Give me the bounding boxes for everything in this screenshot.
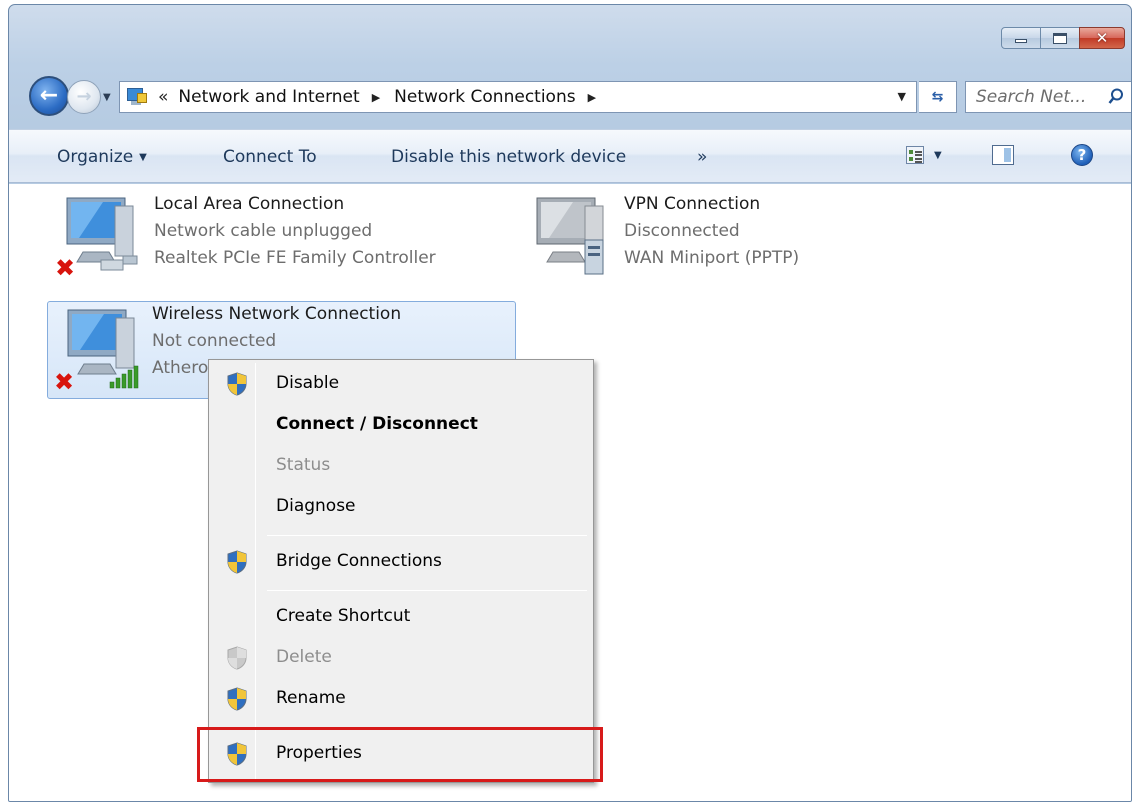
maximize-icon — [1053, 32, 1067, 44]
preview-pane-icon[interactable] — [992, 145, 1014, 165]
menu-item-disable[interactable]: Disable — [212, 367, 590, 401]
vpn-computer-icon — [536, 197, 604, 275]
connection-name: Wireless Network Connection — [152, 304, 402, 324]
connection-vpn[interactable]: VPN Connection Disconnected WAN Miniport… — [519, 192, 849, 288]
menu-item-label: Create Shortcut — [276, 606, 411, 626]
back-button[interactable]: ← — [29, 76, 69, 116]
menu-item-label: Delete — [276, 647, 332, 667]
command-bar: Organize ▼ Connect To Disable this networ… — [9, 129, 1131, 183]
connect-to-button[interactable]: Connect To — [223, 147, 317, 167]
change-view-icon[interactable] — [906, 146, 924, 164]
menu-item-create-shortcut[interactable]: Create Shortcut — [212, 600, 590, 634]
menu-item-connect-disconnect[interactable]: Connect / Disconnect — [212, 408, 590, 442]
uac-shield-icon — [227, 646, 247, 670]
caption-buttons: ✕ — [1001, 27, 1125, 49]
menu-separator — [267, 590, 587, 591]
address-bar[interactable]: « Network and Internet ▶ Network Connect… — [119, 81, 917, 113]
connection-text: Local Area Connection Network cable unpl… — [154, 194, 436, 268]
menu-separator — [267, 535, 587, 536]
help-icon[interactable]: ? — [1071, 144, 1093, 166]
menu-item-label: Status — [276, 455, 331, 475]
close-icon: ✕ — [1095, 29, 1109, 47]
search-placeholder: Search Net... — [976, 87, 1087, 107]
connection-device: WAN Miniport (PPTP) — [624, 248, 800, 268]
connection-name: Local Area Connection — [154, 194, 345, 214]
breadcrumb-overflow[interactable]: « — [158, 87, 168, 107]
disable-device-button[interactable]: Disable this network device — [391, 147, 626, 167]
forward-arrow-icon: → — [76, 86, 92, 107]
breadcrumb-network-connections[interactable]: Network Connections — [394, 87, 575, 107]
menu-item-status: Status — [212, 449, 590, 483]
connection-name: VPN Connection — [624, 194, 761, 214]
search-icon[interactable] — [1108, 88, 1124, 106]
refresh-button[interactable]: ⇆ — [919, 81, 957, 113]
address-dropdown-icon[interactable]: ▼ — [898, 90, 906, 103]
properties-highlight-box — [197, 727, 603, 782]
uac-shield-icon — [227, 372, 247, 396]
connection-text: VPN Connection Disconnected WAN Miniport… — [624, 194, 799, 268]
context-menu: Disable Connect / Disconnect Status Diag… — [208, 359, 594, 783]
menu-item-label: Disable — [276, 373, 340, 393]
menu-item-label: Rename — [276, 688, 346, 708]
back-arrow-icon: ← — [39, 83, 59, 108]
uac-shield-icon — [227, 687, 247, 711]
history-dropdown-icon[interactable]: ▼ — [103, 92, 111, 103]
menu-item-label: Connect / Disconnect — [276, 414, 478, 434]
organize-menu[interactable]: Organize ▼ — [57, 147, 147, 167]
chevron-down-icon: ▼ — [139, 152, 147, 163]
menu-item-bridge-connections[interactable]: Bridge Connections — [212, 545, 590, 579]
maximize-button[interactable] — [1040, 27, 1080, 49]
menu-item-label: Diagnose — [276, 496, 356, 516]
organize-label: Organize — [57, 147, 134, 167]
connection-local-area[interactable]: ✖ Local Area Connection Network cable un… — [49, 192, 489, 288]
red-x-icon: ✖ — [54, 368, 75, 396]
more-commands-button[interactable]: » — [697, 147, 707, 167]
connection-status: Network cable unplugged — [154, 221, 373, 241]
close-button[interactable]: ✕ — [1079, 27, 1125, 49]
breadcrumb-chevron-icon[interactable]: ▶ — [372, 91, 380, 104]
connection-device: Realtek PCIe FE Family Controller — [154, 248, 436, 268]
connection-status: Not connected — [152, 331, 277, 351]
connection-status: Disconnected — [624, 221, 740, 241]
view-dropdown-icon[interactable]: ▼ — [934, 150, 942, 161]
menu-item-label: Bridge Connections — [276, 551, 442, 571]
network-folder-icon — [126, 87, 148, 107]
refresh-icon: ⇆ — [931, 89, 944, 105]
minimize-button[interactable] — [1001, 27, 1041, 49]
minimize-icon — [1015, 39, 1027, 43]
menu-item-diagnose[interactable]: Diagnose — [212, 490, 590, 524]
breadcrumb-network-and-internet[interactable]: Network and Internet — [178, 87, 359, 107]
search-input[interactable]: Search Net... — [965, 81, 1131, 113]
forward-button[interactable]: → — [67, 80, 101, 114]
breadcrumb-chevron-icon[interactable]: ▶ — [588, 91, 596, 104]
menu-item-rename[interactable]: Rename — [212, 682, 590, 716]
navigation-row: ← → ▼ « Network and Internet ▶ Network C… — [23, 73, 1131, 119]
uac-shield-icon — [227, 550, 247, 574]
menu-item-delete: Delete — [212, 641, 590, 675]
red-x-icon: ✖ — [55, 254, 76, 282]
